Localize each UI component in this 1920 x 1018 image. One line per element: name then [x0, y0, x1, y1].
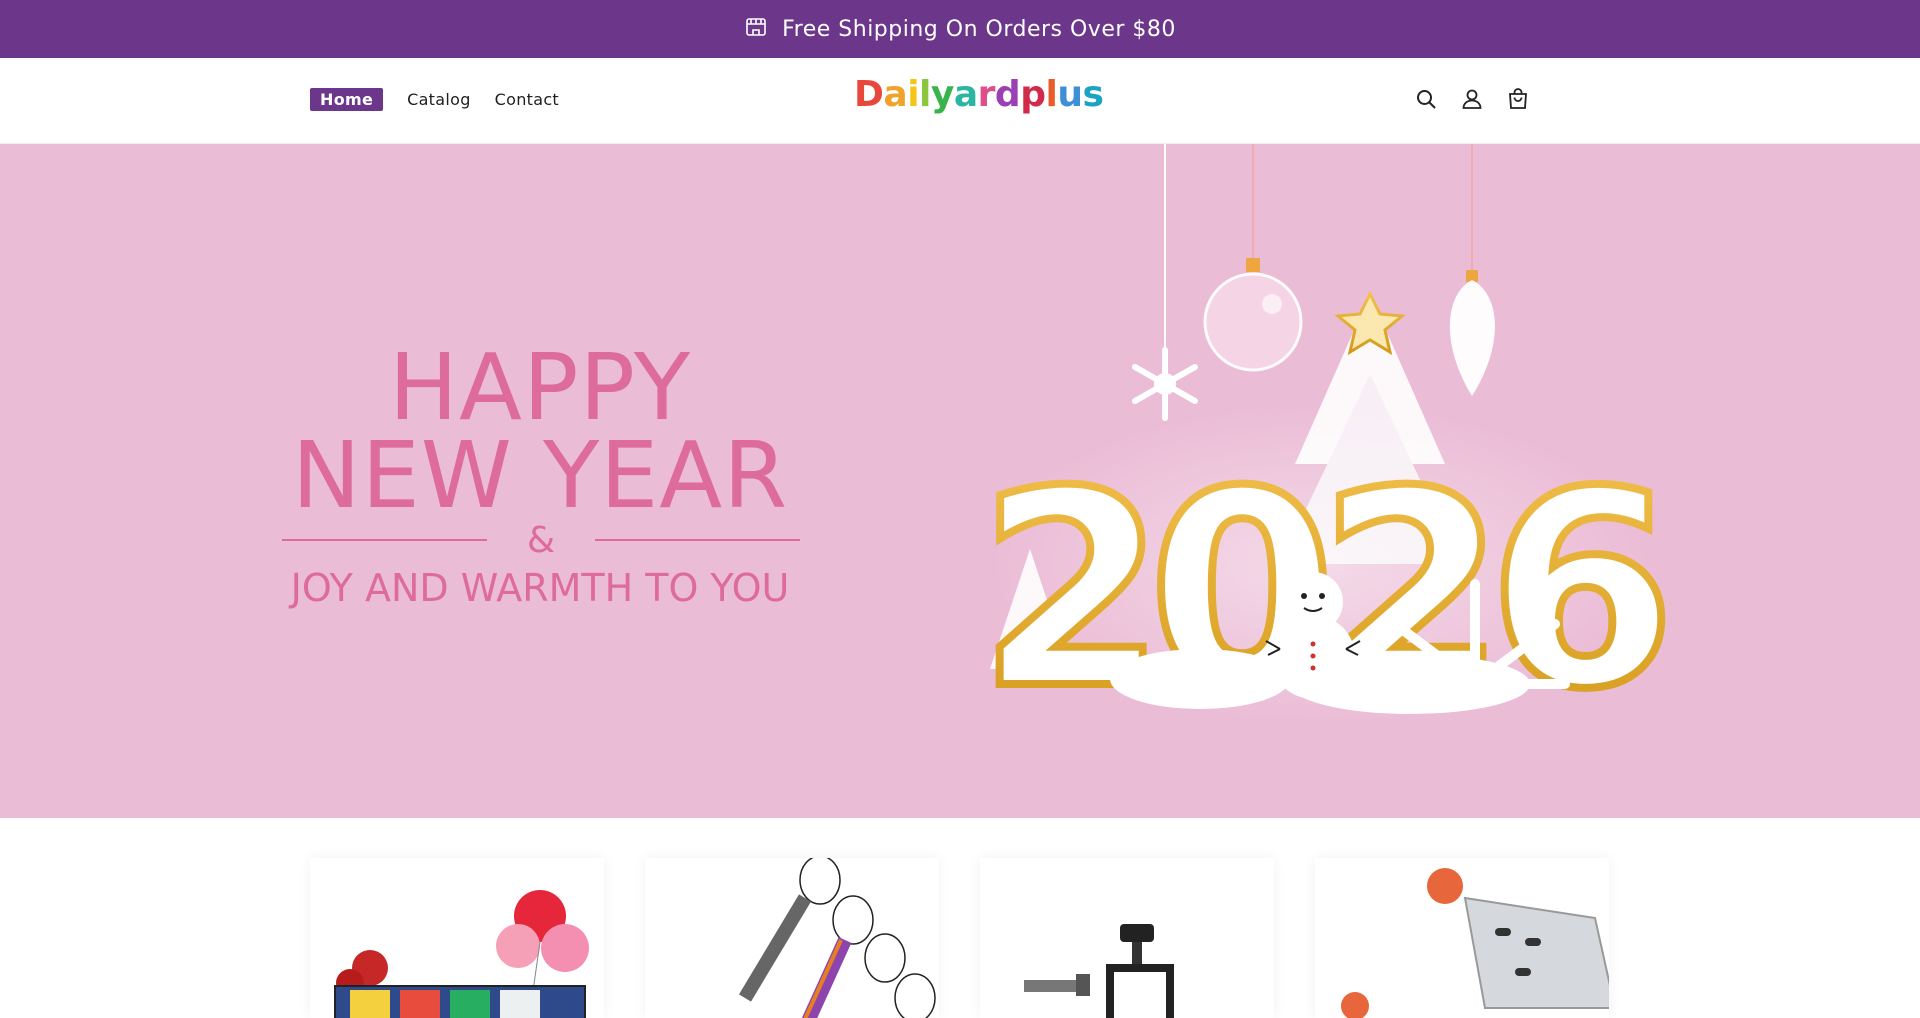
divider-line-left [282, 539, 487, 541]
hero-ampersand: & [526, 519, 556, 561]
product-card[interactable] [1315, 858, 1609, 1018]
hero-banner[interactable]: HAPPY NEW YEAR & JOY AND WARMTH TO YOU [0, 144, 1920, 818]
logo-letter: r [977, 74, 996, 115]
announcement-bar: Free Shipping On Orders Over $80 [0, 0, 1920, 58]
nav-catalog[interactable]: Catalog [407, 90, 471, 109]
corner-clamp-product [1341, 868, 1609, 1018]
hero-title: HAPPY NEW YEAR [270, 334, 810, 529]
logo-letter: i [907, 74, 920, 115]
site-header: Home Catalog Contact Dailyardplus [0, 58, 1920, 144]
logo-letter: u [1057, 74, 1083, 115]
cart-icon[interactable] [1506, 86, 1530, 116]
logo-letter: l [1045, 74, 1058, 115]
hero-line-happy: HAPPY [388, 334, 692, 441]
nav-contact[interactable]: Contact [495, 90, 559, 109]
hero-divider: & [282, 519, 801, 561]
logo-letter: a [953, 74, 978, 115]
store-icon [744, 15, 768, 43]
account-icon[interactable] [1460, 86, 1484, 116]
logo-letter: p [1020, 74, 1046, 115]
logo-letter: l [919, 74, 931, 115]
divider-line-right [595, 539, 801, 541]
site-logo[interactable]: Dailyardplus [854, 74, 1104, 115]
logo-letter: s [1082, 74, 1104, 115]
nav-home[interactable]: Home [310, 88, 384, 111]
product-card[interactable] [980, 858, 1274, 1018]
clamp-product [1024, 924, 1174, 1018]
search-icon[interactable] [1414, 86, 1438, 116]
lanyard-product [738, 858, 936, 1018]
product-grid [0, 818, 1920, 1018]
logo-letter: d [994, 74, 1021, 115]
hero-subtitle: JOY AND WARMTH TO YOU [290, 566, 790, 610]
logo-letter: a [883, 74, 908, 115]
logo-letter: y [930, 74, 954, 115]
announcement-text: Free Shipping On Orders Over $80 [782, 16, 1176, 42]
new-year-illustration: 2026 [974, 144, 1687, 752]
header-icons [1414, 86, 1530, 116]
license-plate-product [334, 890, 589, 1018]
snowflake-ornament [1132, 347, 1198, 421]
hero-line-new-year: NEW YEAR [291, 422, 789, 529]
product-card[interactable] [310, 858, 604, 1018]
main-nav: Home Catalog Contact [310, 88, 559, 111]
logo-letter: D [854, 74, 884, 115]
product-card[interactable] [645, 858, 939, 1018]
